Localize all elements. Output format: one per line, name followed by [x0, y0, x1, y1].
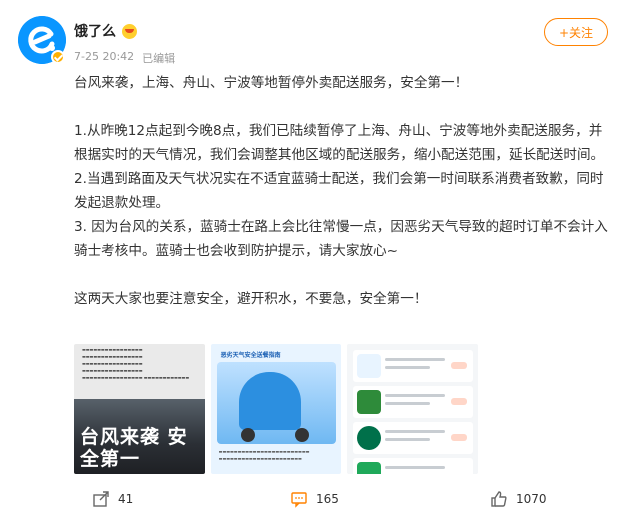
like-button[interactable]: 1070 [490, 490, 547, 508]
media-gallery: ▬▬▬▬▬▬▬▬▬▬▬▬▬▬▬▬ ▬▬▬▬▬▬▬▬▬▬▬▬▬▬▬▬ ▬▬▬▬▬▬… [74, 344, 479, 474]
closing-text: 这两天大家也要注意安全，避开积水，不要急，安全第一！ [74, 291, 428, 307]
image-app-screenshot[interactable] [347, 344, 479, 474]
author-name[interactable]: 饿了么 [74, 21, 116, 41]
verified-badge-icon [51, 50, 65, 64]
intro-text: 台风来袭，上海、舟山、宁波等地暂停外卖配送服务，安全第一！ [74, 75, 469, 91]
thumbs-up-icon [491, 491, 507, 507]
post-timestamp[interactable]: 7-25 20:42 [74, 50, 134, 66]
share-count: 41 [118, 492, 134, 506]
image-small-text: ▬▬▬▬▬▬▬▬▬▬▬▬▬▬▬▬ ▬▬▬▬▬▬▬▬▬▬▬▬▬▬▬▬ ▬▬▬▬▬▬… [82, 347, 190, 380]
post-header: 饿了么 7-25 20:42 已编辑 +关注 [18, 14, 608, 66]
point-1-text: 1.从昨晚12点起到今晚8点，我们已陆续暂停了上海、舟山、宁波等地外卖配送服务，… [74, 123, 605, 163]
post-meta: 7-25 20:42 已编辑 [74, 50, 175, 66]
app-card [353, 422, 474, 454]
like-count: 1070 [516, 492, 547, 506]
store-logo-icon [357, 354, 382, 378]
wheel-icon [240, 428, 255, 442]
follow-button[interactable]: +关注 [544, 18, 608, 46]
wheel-icon [294, 428, 309, 442]
edited-label: 已编辑 [142, 52, 176, 65]
share-button[interactable]: 41 [92, 490, 133, 508]
comment-icon [291, 492, 307, 508]
author-name-row: 饿了么 [74, 21, 137, 41]
store-logo-icon [357, 462, 382, 474]
coffee-logo-icon [357, 426, 382, 450]
app-card [353, 350, 474, 382]
comment-button[interactable]: 165 [290, 490, 339, 508]
store-logo-icon [357, 390, 382, 414]
image-safety-guide[interactable]: 恶劣天气安全送餐指南 ▬▬▬▬▬▬▬▬▬▬▬▬▬▬▬▬▬▬▬▬▬▬▬▬ ▬▬▬▬… [210, 344, 342, 474]
image-typhoon-alert[interactable]: ▬▬▬▬▬▬▬▬▬▬▬▬▬▬▬▬ ▬▬▬▬▬▬▬▬▬▬▬▬▬▬▬▬ ▬▬▬▬▬▬… [74, 344, 205, 474]
point-2-text: 2.当遇到路面及天气状况实在不适宜蓝骑士配送，我们会第一时间联系消费者致歉，同时… [74, 171, 604, 211]
point-3-text: 3. 因为台风的关系，蓝骑士在路上会比往常慢一点，因恶劣天气导致的超时订单不会计… [74, 219, 608, 259]
app-card [353, 386, 474, 418]
app-card [353, 458, 474, 474]
comment-count: 165 [316, 492, 339, 506]
post-content: 台风来袭，上海、舟山、宁波等地暂停外卖配送服务，安全第一！ 1.从昨晚12点起到… [74, 71, 610, 311]
typhoon-headline: 台风来袭 安全第一 [80, 426, 188, 470]
guide-title: 恶劣天气安全送餐指南 [220, 352, 281, 359]
action-bar: 41 165 1070 [0, 490, 621, 516]
guide-footnote: ▬▬▬▬▬▬▬▬▬▬▬▬▬▬▬▬▬▬▬▬▬▬▬▬ ▬▬▬▬▬▬▬▬▬▬▬▬▬▬▬… [218, 449, 310, 461]
rider-illustration [238, 372, 301, 430]
member-badge-icon [122, 23, 137, 39]
share-icon [93, 491, 109, 507]
